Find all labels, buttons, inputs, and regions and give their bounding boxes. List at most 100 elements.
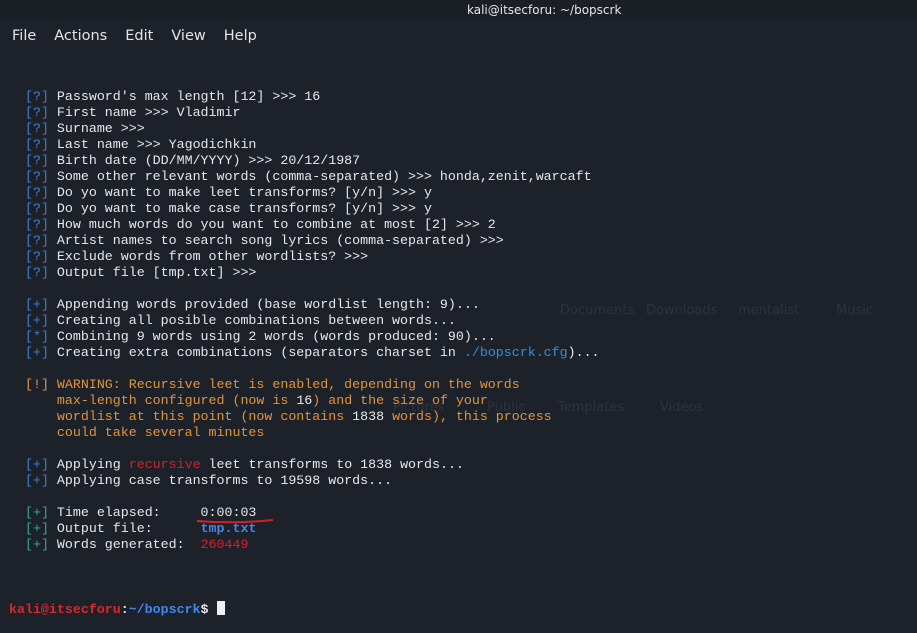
prompt-path: ~/bopscrk — [128, 602, 201, 617]
line-segment: could take several minutes — [25, 425, 265, 440]
line-segment: Birth date (DD/MM/YYYY) >>> 20/12/1987 — [56, 153, 361, 168]
line-segment: First name >>> Vladimir — [56, 105, 241, 120]
line-segment: [?] — [25, 217, 57, 232]
red-underline-annotation — [196, 519, 274, 524]
line-segment: [+] — [25, 473, 57, 488]
line-segment: Output file: — [56, 521, 201, 536]
terminal-line: [?] Exclude words from other wordlists? … — [9, 249, 600, 265]
terminal-line: [+] Applying recursive leet transforms t… — [9, 457, 600, 473]
terminal-line: wordlist at this point (now contains 183… — [9, 409, 600, 425]
text-cursor — [216, 601, 225, 615]
prompt-user-host: kali@itsecforu — [9, 602, 121, 617]
line-segment: [?] — [25, 89, 57, 104]
terminal-line: [+] Time elapsed: 0:00:03 — [9, 505, 600, 521]
prompt-separator: : — [120, 602, 129, 617]
terminal-line: [?] Some other relevant words (comma-sep… — [9, 169, 600, 185]
line-segment: [?] — [25, 137, 57, 152]
menu-bar: File Actions Edit View Help — [0, 24, 263, 48]
line-segment: Password's max length [12] >>> 16 — [56, 89, 321, 104]
line-segment: Time elapsed: 0:00:03 — [56, 505, 257, 520]
line-segment: How much words do you want to combine at… — [56, 217, 496, 232]
terminal-line: [+] Creating all posible combinations be… — [9, 313, 600, 329]
desktop-label-mentalist: mentalist — [738, 303, 800, 318]
line-segment: [+] — [25, 457, 57, 472]
terminal-line: max-length configured (now is 16) and th… — [9, 393, 600, 409]
line-segment: [?] — [25, 121, 57, 136]
terminal-line: [+] Output file: tmp.txt — [9, 521, 600, 537]
line-segment: Applying — [56, 457, 129, 472]
line-segment: [+] — [25, 297, 57, 312]
terminal-line: [?] First name >>> Vladimir — [9, 105, 600, 121]
terminal-line: [?] Output file [tmp.txt] >>> — [9, 265, 600, 281]
menu-view[interactable]: View — [159, 24, 205, 48]
line-segment: Words generated: — [56, 537, 201, 552]
menu-edit[interactable]: Edit — [113, 24, 153, 48]
prompt-symbol: $ — [200, 602, 217, 617]
line-segment: Applying case transforms to 19598 words.… — [56, 473, 393, 488]
line-segment: Last name >>> Yagodichkin — [56, 137, 257, 152]
line-segment: Do yo want to make leet transforms? [y/n… — [56, 185, 432, 200]
terminal-line: could take several minutes — [9, 425, 600, 441]
line-segment: Artist names to search song lyrics (comm… — [56, 233, 504, 248]
line-segment: leet transforms to 1838 words... — [200, 457, 464, 472]
terminal-line: [*] Combining 9 words using 2 words (wor… — [9, 329, 600, 345]
line-segment: words), this process — [384, 409, 552, 424]
line-segment: [+] — [25, 537, 57, 552]
line-segment: Exclude words from other wordlists? >>> — [56, 249, 369, 264]
line-segment: Combining 9 words using 2 words (words p… — [56, 329, 496, 344]
menu-help[interactable]: Help — [212, 24, 257, 48]
terminal-line: [+] Applying case transforms to 19598 wo… — [9, 473, 600, 489]
line-segment: [?] — [25, 169, 57, 184]
window-titlebar: kali@itsecforu: ~/bopscrk — [0, 0, 917, 20]
line-segment: [!] WARNING: Recursive leet is enabled, … — [25, 377, 520, 392]
terminal-line: [!] WARNING: Recursive leet is enabled, … — [9, 377, 600, 393]
line-segment: 1838 — [352, 409, 385, 424]
line-segment: Output file [tmp.txt] >>> — [56, 265, 257, 280]
line-segment: ) and the size of your — [312, 393, 488, 408]
line-segment: Creating all posible combinations betwee… — [56, 313, 456, 328]
line-segment: [+] — [25, 345, 57, 360]
terminal-line: [?] Surname >>> — [9, 121, 600, 137]
line-segment: [?] — [25, 233, 57, 248]
terminal-line: [?] How much words do you want to combin… — [9, 217, 600, 233]
line-segment: [?] — [25, 153, 57, 168]
line-segment: [+] — [25, 505, 57, 520]
desktop-label-music: Music — [836, 303, 873, 318]
window-title: kali@itsecforu: ~/bopscrk — [467, 3, 622, 17]
line-segment: [?] — [25, 249, 57, 264]
shell-prompt[interactable]: kali@itsecforu:~/bopscrk$ — [9, 601, 600, 617]
line-segment: 260449 — [200, 537, 249, 552]
terminal-line: [?] Do yo want to make case transforms? … — [9, 201, 600, 217]
line-segment: 16 — [296, 393, 313, 408]
line-segment: [?] — [25, 265, 57, 280]
terminal-output[interactable]: [?] Password's max length [12] >>> 16 [?]… — [9, 57, 600, 633]
menu-file[interactable]: File — [0, 24, 36, 48]
line-segment: [?] — [25, 105, 57, 120]
line-segment: [?] — [25, 201, 57, 216]
line-segment: Do yo want to make case transforms? [y/n… — [56, 201, 432, 216]
terminal-line: [?] Birth date (DD/MM/YYYY) >>> 20/12/19… — [9, 153, 600, 169]
line-segment: Surname >>> — [56, 121, 145, 136]
terminal-line: [?] Artist names to search song lyrics (… — [9, 233, 600, 249]
terminal-line: [+] Appending words provided (base wordl… — [9, 297, 600, 313]
line-segment: Creating extra combinations (separators … — [56, 345, 464, 360]
menu-actions[interactable]: Actions — [42, 24, 107, 48]
line-segment: recursive — [128, 457, 201, 472]
line-segment: [?] — [25, 185, 57, 200]
line-segment: )... — [567, 345, 600, 360]
terminal-line: [?] Password's max length [12] >>> 16 — [9, 89, 600, 105]
line-segment: [*] — [25, 329, 57, 344]
line-segment: Some other relevant words (comma-separat… — [56, 169, 592, 184]
line-segment: wordlist at this point (now contains — [25, 409, 353, 424]
line-segment: Appending words provided (base wordlist … — [56, 297, 480, 312]
line-segment: [+] — [25, 521, 57, 536]
line-segment: ./bopscrk.cfg — [463, 345, 568, 360]
line-segment: max-length configured (now is — [25, 393, 297, 408]
desktop-label-videos: Videos — [660, 400, 704, 415]
terminal-line: [+] Words generated: 260449 — [9, 537, 600, 553]
terminal-line: [?] Last name >>> Yagodichkin — [9, 137, 600, 153]
